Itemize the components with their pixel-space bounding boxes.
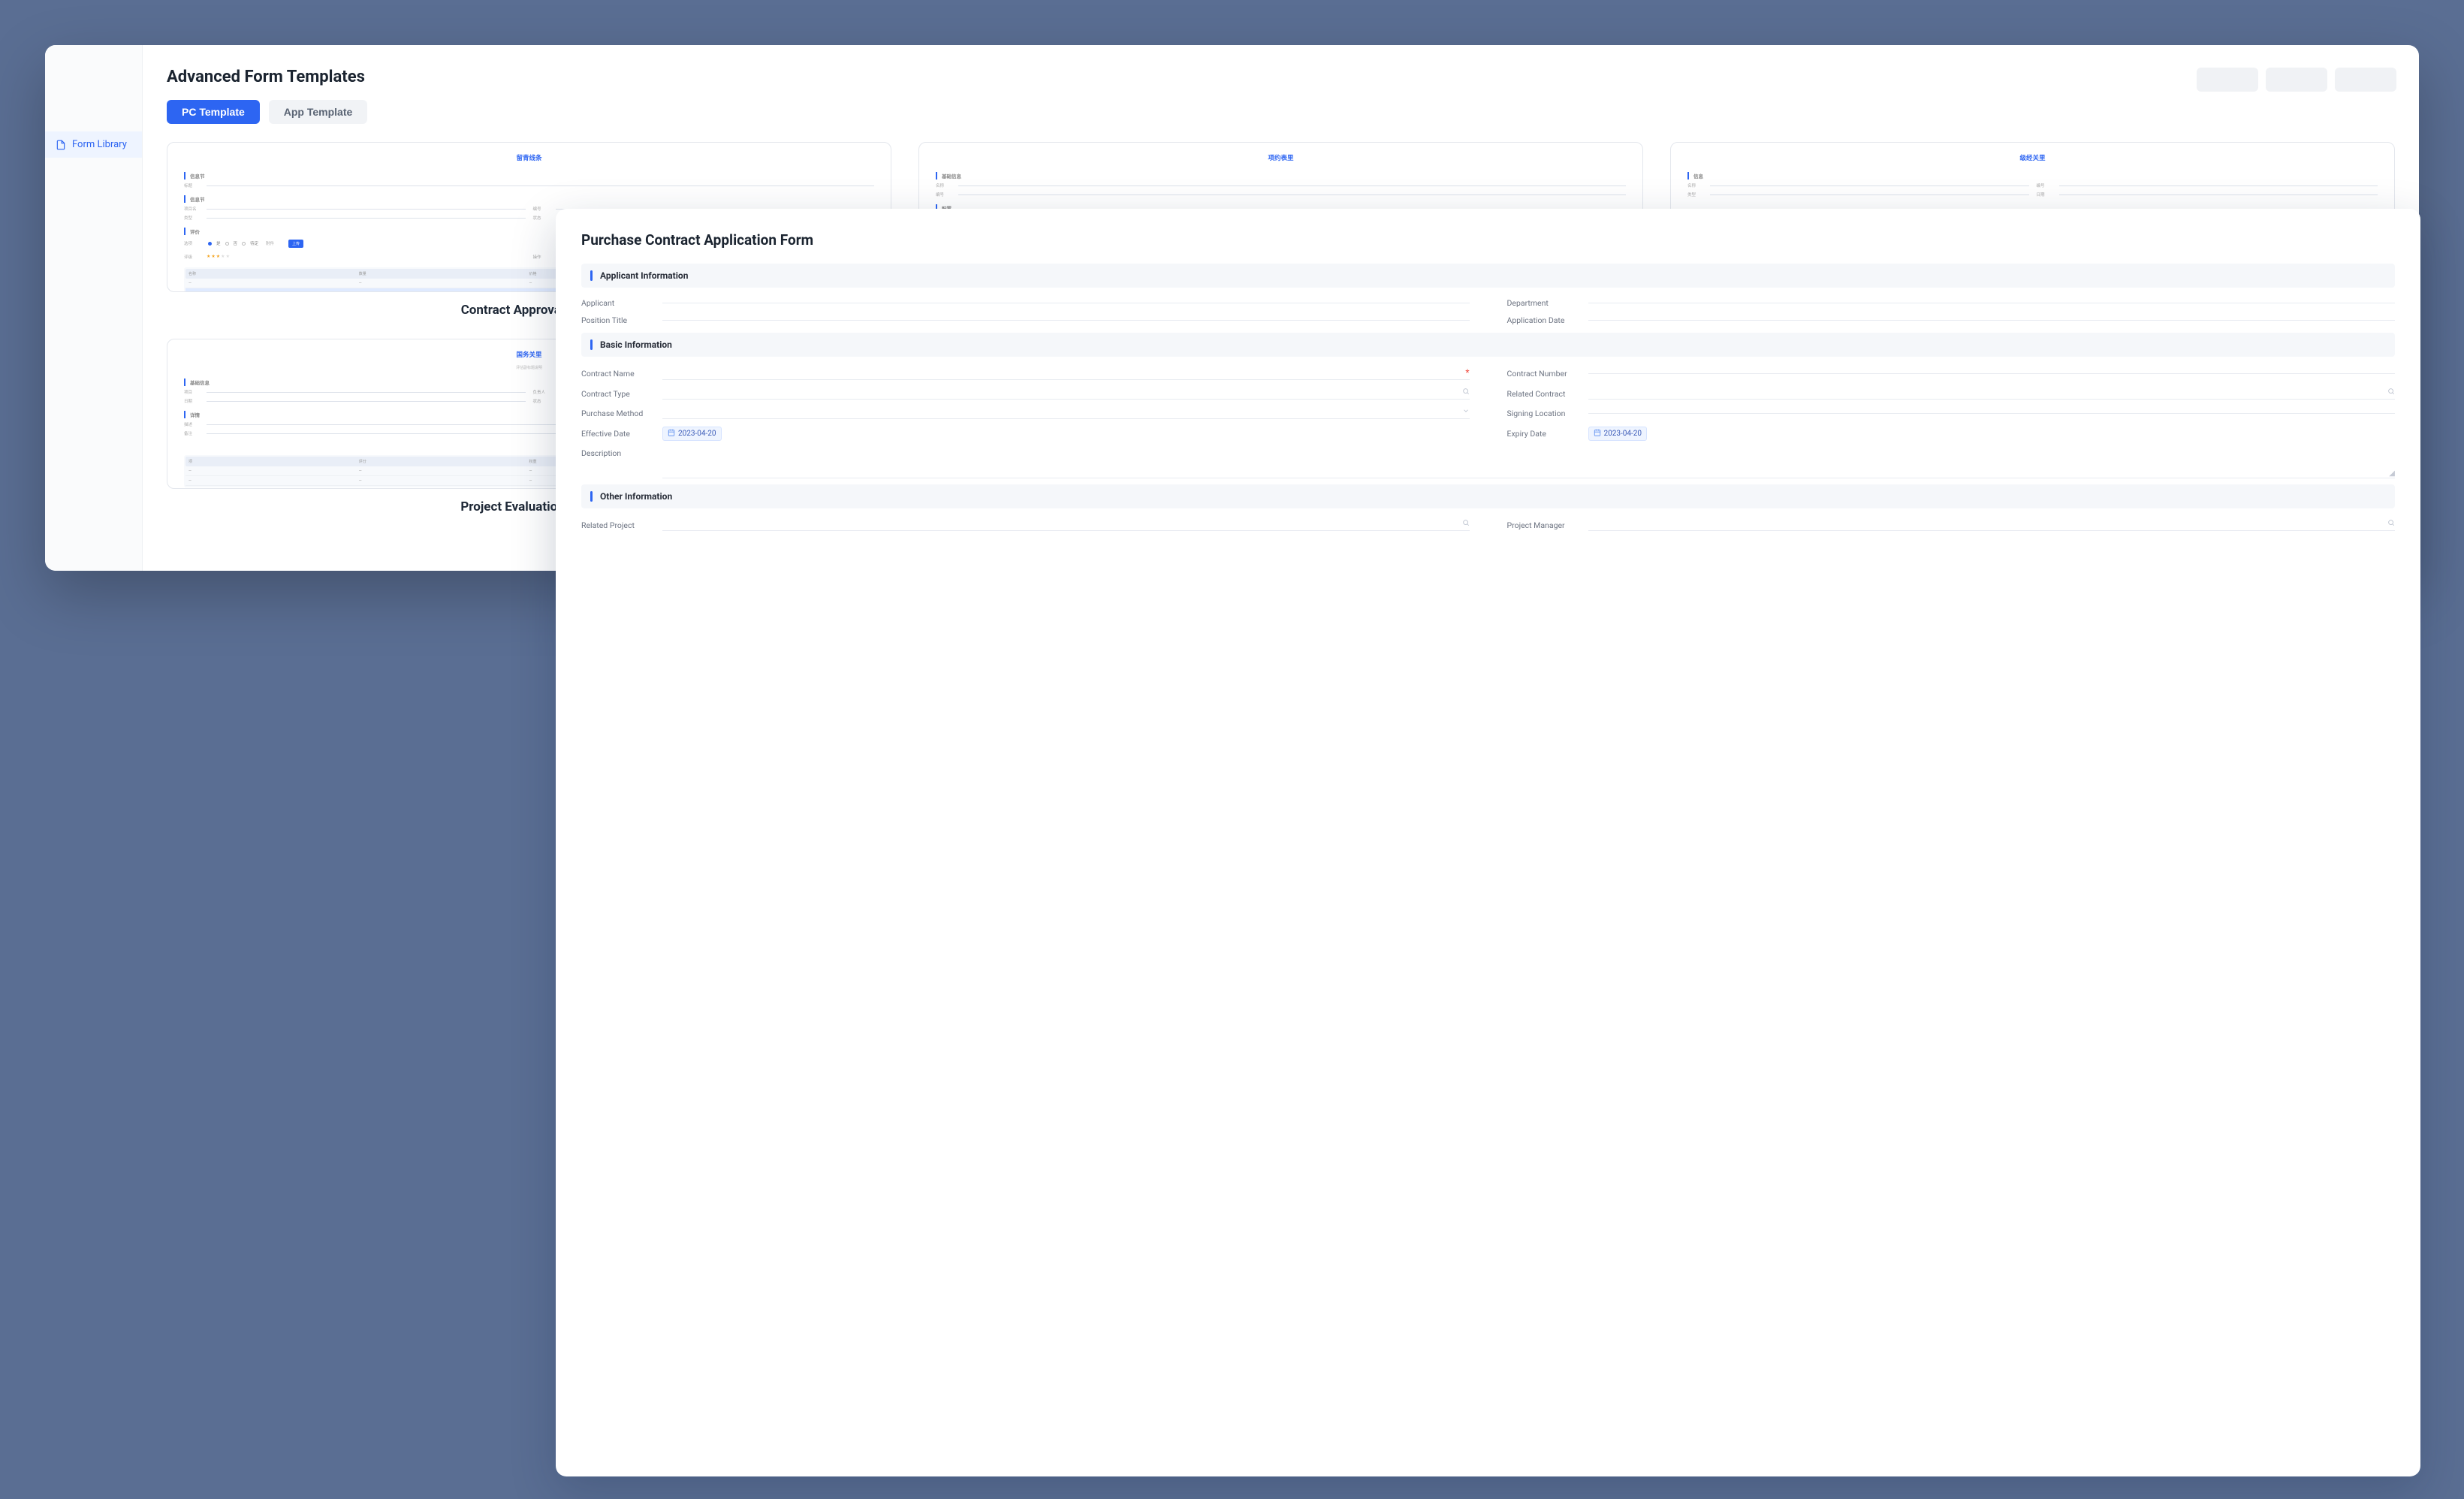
field-applicant[interactable]: Applicant (581, 298, 1470, 308)
field-description[interactable]: ◢ (662, 451, 2395, 478)
field-position-title[interactable]: Position Title (581, 315, 1470, 325)
calendar-icon (1594, 429, 1601, 439)
field-effective-date[interactable]: Effective Date 2023-04-20 (581, 427, 1470, 441)
top-actions (2197, 68, 2396, 92)
document-icon (56, 140, 66, 150)
field-application-date[interactable]: Application Date (1507, 315, 2396, 325)
sidebar-item-label: Form Library (72, 139, 127, 150)
action-placeholder-3[interactable] (2335, 68, 2396, 92)
date-chip[interactable]: 2023-04-20 (1588, 427, 1648, 441)
action-placeholder-1[interactable] (2197, 68, 2258, 92)
field-purchase-method[interactable]: Purchase Method (581, 407, 1470, 419)
field-signing-location[interactable]: Signing Location (1507, 407, 2396, 419)
tab-pc-template[interactable]: PC Template (167, 100, 260, 124)
sidebar-item-form-library[interactable]: Form Library (45, 131, 142, 158)
resize-handle-icon[interactable]: ◢ (2389, 469, 2395, 478)
chevron-down-icon (1462, 407, 1470, 417)
tab-row: PC Template App Template (167, 100, 2395, 124)
sidebar: Form Library (45, 45, 143, 571)
field-project-manager[interactable]: Project Manager (1507, 519, 2396, 531)
form-section-header: Other Information (581, 484, 2395, 508)
search-icon (2387, 388, 2395, 397)
field-contract-number[interactable]: Contract Number (1507, 367, 2396, 380)
form-section-header: Basic Information (581, 333, 2395, 357)
field-contract-name[interactable]: Contract Name * (581, 367, 1470, 380)
search-icon (1462, 388, 1470, 397)
field-department[interactable]: Department (1507, 298, 2396, 308)
field-contract-type[interactable]: Contract Type (581, 388, 1470, 400)
date-chip[interactable]: 2023-04-20 (662, 427, 722, 441)
form-section-header: Applicant Information (581, 264, 2395, 288)
required-indicator: * (1465, 367, 1469, 378)
field-related-project[interactable]: Related Project (581, 519, 1470, 531)
calendar-icon (668, 429, 675, 439)
overlay-form-title: Purchase Contract Application Form (581, 231, 2395, 249)
search-icon (2387, 519, 2395, 529)
action-placeholder-2[interactable] (2266, 68, 2327, 92)
field-description-label: Description (581, 448, 653, 458)
field-related-contract[interactable]: Related Contract (1507, 388, 2396, 400)
page-title: Advanced Form Templates (167, 68, 2395, 86)
overlay-form-panel: Purchase Contract Application Form Appli… (556, 209, 2420, 1476)
tab-app-template[interactable]: App Template (269, 100, 368, 124)
search-icon (1462, 519, 1470, 529)
field-expiry-date[interactable]: Expiry Date 2023-04-20 (1507, 427, 2396, 441)
